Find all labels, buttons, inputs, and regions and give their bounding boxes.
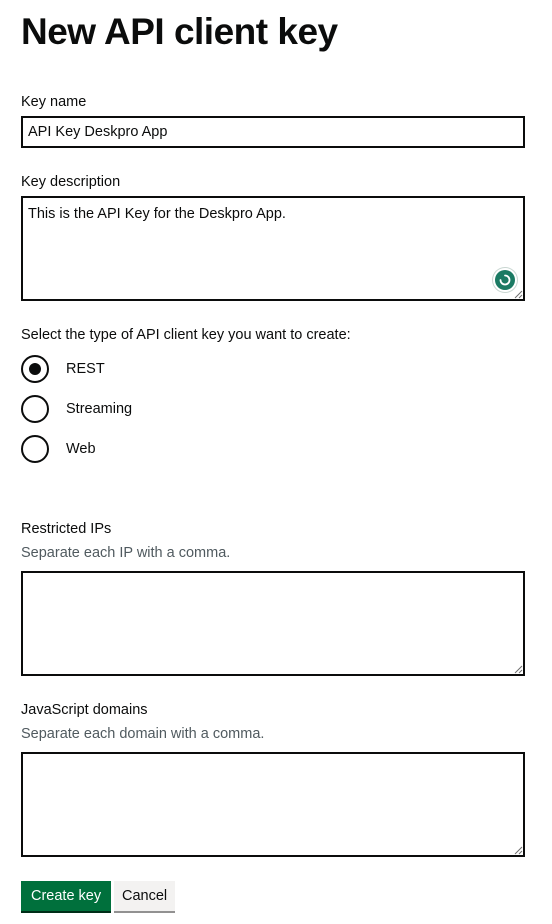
radio-option-web[interactable]: Web <box>21 433 96 465</box>
javascript-domains-textarea[interactable] <box>21 752 525 857</box>
radio-label-rest: REST <box>66 361 105 377</box>
radio-option-rest[interactable]: REST <box>21 353 105 385</box>
restricted-ips-hint: Separate each IP with a comma. <box>21 545 231 561</box>
cancel-button[interactable]: Cancel <box>114 881 176 911</box>
javascript-domains-hint: Separate each domain with a comma. <box>21 726 265 742</box>
restricted-ips-textarea[interactable] <box>21 571 525 676</box>
key-description-textarea[interactable]: This is the API Key for the Deskpro App. <box>21 196 525 301</box>
radio-button-rest[interactable] <box>21 355 49 383</box>
radio-option-streaming[interactable]: Streaming <box>21 393 132 425</box>
restricted-ips-label: Restricted IPs <box>21 521 112 537</box>
key-description-label: Key description <box>21 174 121 190</box>
new-api-client-key-page: New API client key Key name Key descript… <box>0 0 552 924</box>
radio-label-web: Web <box>66 441 96 457</box>
radio-label-streaming: Streaming <box>66 401 133 417</box>
radio-button-streaming[interactable] <box>21 395 49 423</box>
create-key-button[interactable]: Create key <box>21 881 112 911</box>
key-type-legend: Select the type of API client key you wa… <box>21 327 351 343</box>
grammar-assistant-icon[interactable] <box>495 270 515 290</box>
page-title: New API client key <box>21 11 338 52</box>
radio-selected-dot <box>29 363 41 375</box>
javascript-domains-label: JavaScript domains <box>21 702 148 718</box>
radio-button-web[interactable] <box>21 435 49 463</box>
key-name-label: Key name <box>21 94 87 110</box>
key-name-input[interactable] <box>21 116 525 148</box>
